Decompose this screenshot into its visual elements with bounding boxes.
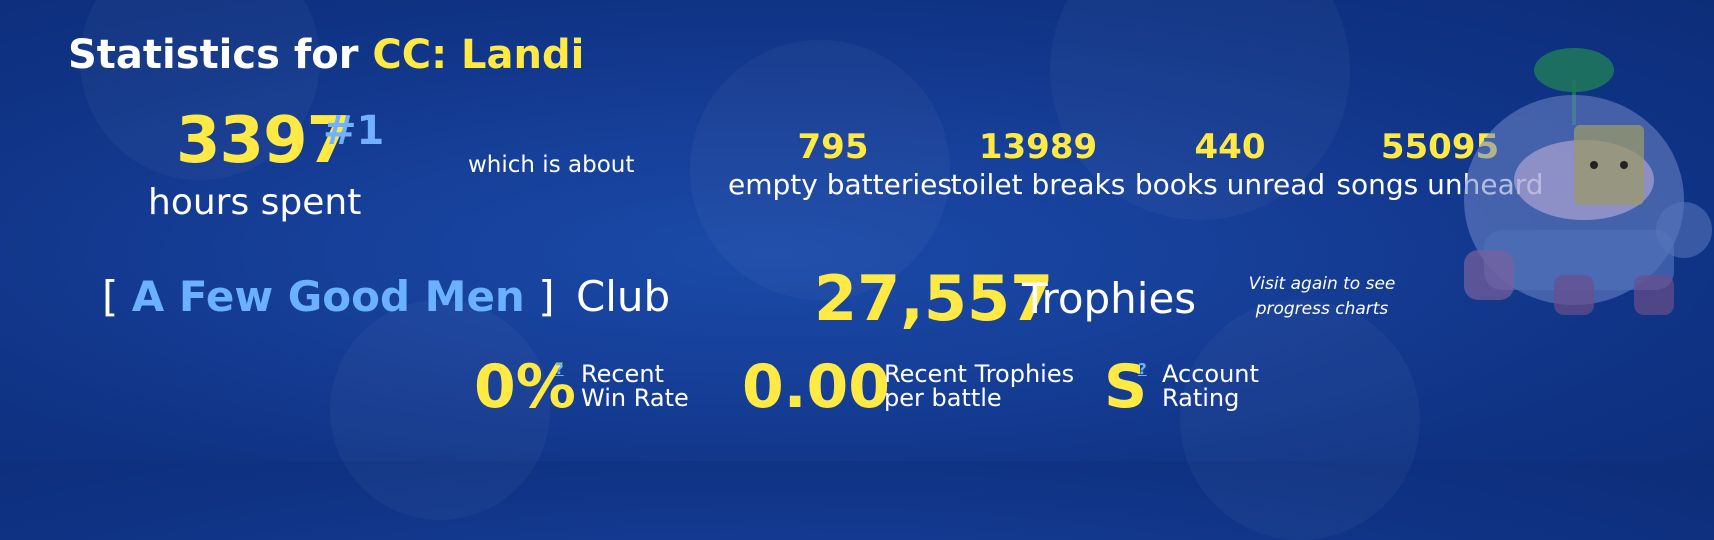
equivalent-batteries: 795 empty batteries [728,126,952,202]
trophies-label: Trophies [1022,274,1197,323]
equivalent-value: 13989 [978,127,1098,167]
club-name-link[interactable]: A Few Good Men [132,272,525,321]
equivalent-toilet-breaks: 13989 toilet breaks [933,126,1143,202]
account-rating-label-line2: Rating [1162,384,1240,412]
progress-note: Visit again to see progress charts [1248,274,1396,319]
about-text: which is about [468,152,635,178]
win-rate-help-link[interactable]: ? [555,360,564,378]
page-title: Statistics for CC: Landi [68,32,584,78]
club-suffix: Club [575,272,671,321]
club-close-bracket: ] [538,272,555,321]
club-open-bracket: [ [102,272,119,321]
hours-label: hours spent [148,182,362,223]
trophies-per-battle-label: Recent Trophies per battle [884,362,1074,410]
trophies-value: 27,557 [814,262,1054,335]
brawler-robot-illustration [1464,48,1712,315]
trophies-per-battle-label-line2: per battle [884,384,1002,412]
trophies-per-battle-value: 0.00 [742,352,891,422]
win-rate-label-line2: Win Rate [581,384,689,412]
account-rating-help-link[interactable]: ? [1138,360,1147,378]
account-rating-label: Account Rating [1162,362,1259,410]
equivalent-value: 795 [797,127,869,167]
equivalent-value: 440 [1194,127,1266,167]
equivalent-books: 440 books unread [1125,126,1335,202]
background-decoration [1180,300,1420,540]
win-rate-label: Recent Win Rate [581,362,689,410]
player-name: CC: Landi [372,32,585,78]
club-info: [ A Few Good Men ] Club [102,272,670,321]
equivalent-label: books unread [1134,168,1326,201]
title-prefix: Statistics for [68,32,373,78]
equivalent-label: empty batteries [728,168,952,201]
equivalent-label: toilet breaks [950,168,1126,201]
hours-rank: #1 [323,108,385,154]
